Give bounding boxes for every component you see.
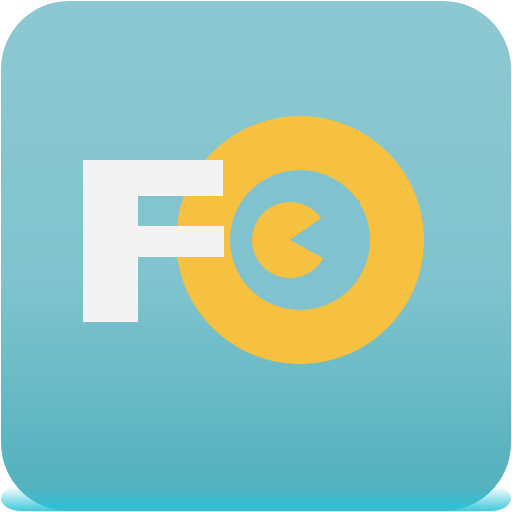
icon-edge-highlight — [1, 486, 511, 511]
app-icon[interactable] — [0, 0, 512, 512]
fc-logo-icon — [1, 1, 511, 511]
